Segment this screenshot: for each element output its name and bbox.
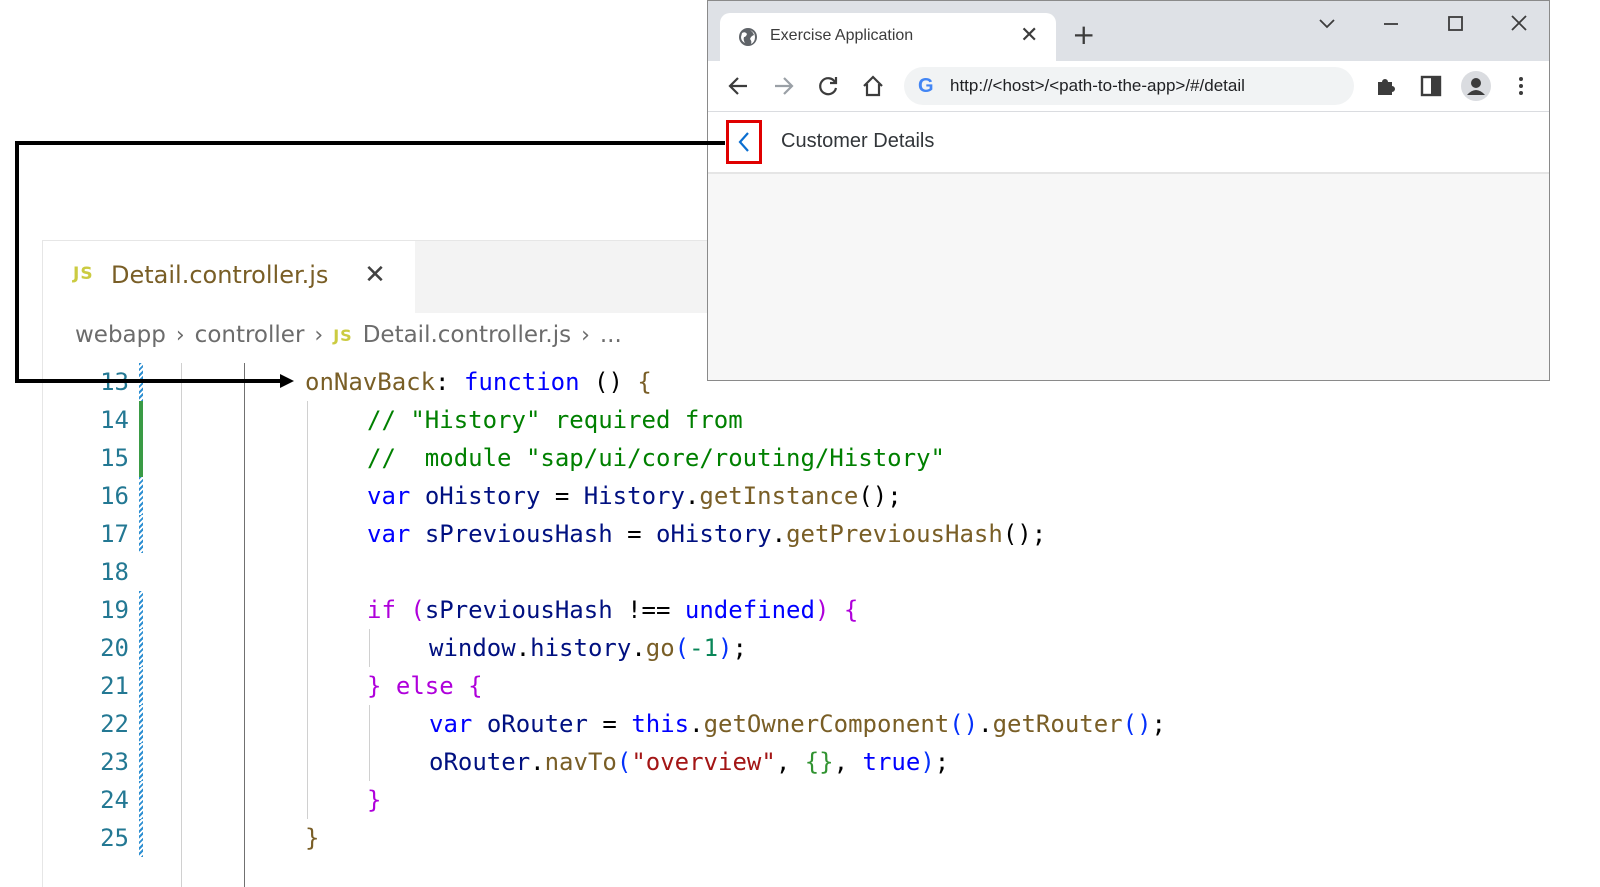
browser-tab[interactable]: Exercise Application ✕ bbox=[720, 13, 1056, 61]
browser-window: Exercise Application ✕ + G http://<host>… bbox=[707, 0, 1550, 381]
globe-icon bbox=[739, 28, 757, 46]
minimize-icon[interactable] bbox=[1376, 11, 1406, 37]
close-icon[interactable]: ✕ bbox=[363, 262, 387, 288]
address-bar[interactable]: G http://<host>/<path-to-the-app>/#/deta… bbox=[904, 67, 1354, 105]
url-text[interactable]: http://<host>/<path-to-the-app>/#/detail bbox=[950, 76, 1245, 96]
line-number: 21 bbox=[100, 672, 129, 700]
maximize-icon[interactable] bbox=[1440, 11, 1470, 37]
breadcrumb: webapp › controller › JS Detail.controll… bbox=[75, 317, 622, 353]
code-text: } bbox=[305, 824, 320, 852]
code-text: var sPreviousHash = oHistory.getPrevious… bbox=[367, 520, 1047, 548]
gutter-modified-marker bbox=[139, 819, 143, 857]
gutter-modified-marker bbox=[139, 743, 143, 781]
browser-toolbar: G http://<host>/<path-to-the-app>/#/deta… bbox=[708, 61, 1549, 112]
code-text: } bbox=[367, 786, 382, 814]
gutter-added-marker bbox=[139, 439, 143, 477]
code-line: 19 if (sPreviousHash !== undefined) { bbox=[43, 591, 1243, 629]
code-comment: // module "sap/ui/core/routing/History" bbox=[367, 444, 945, 472]
forward-arrow-icon[interactable] bbox=[770, 73, 796, 99]
profile-icon[interactable] bbox=[1460, 70, 1492, 102]
gutter-modified-marker bbox=[139, 705, 143, 743]
breadcrumb-separator: › bbox=[175, 322, 185, 348]
gutter-modified-marker bbox=[139, 629, 143, 667]
line-number: 14 bbox=[100, 406, 129, 434]
line-number: 19 bbox=[100, 596, 129, 624]
app-page-header: Customer Details bbox=[708, 112, 1549, 174]
code-text: if (sPreviousHash !== undefined) { bbox=[367, 596, 859, 624]
code-line: 21 } else { bbox=[43, 667, 1243, 705]
breadcrumb-item-controller[interactable]: controller bbox=[195, 322, 305, 348]
code-line: 17 var sPreviousHash = oHistory.getPrevi… bbox=[43, 515, 1243, 553]
code-line: 14 // "History" required from bbox=[43, 401, 1243, 439]
code-text: } else { bbox=[367, 672, 483, 700]
back-arrow-icon[interactable] bbox=[726, 73, 752, 99]
gutter-added-marker bbox=[139, 401, 143, 439]
line-number: 18 bbox=[100, 558, 129, 586]
nav-back-button[interactable] bbox=[726, 120, 762, 164]
code-line: 25 } bbox=[43, 819, 1243, 857]
code-line: 22 var oRouter = this.getOwnerComponent(… bbox=[43, 705, 1243, 743]
gutter-modified-marker bbox=[139, 781, 143, 819]
code-line: 20 window.history.go(-1); bbox=[43, 629, 1243, 667]
line-number: 25 bbox=[100, 824, 129, 852]
breadcrumb-item-file[interactable]: Detail.controller.js bbox=[363, 322, 571, 348]
code-text: onNavBack: function () { bbox=[305, 368, 652, 396]
editor-tab-bar: JS Detail.controller.js ✕ bbox=[43, 241, 743, 313]
line-number: 17 bbox=[100, 520, 129, 548]
breadcrumb-separator: › bbox=[581, 322, 590, 348]
line-number: 13 bbox=[100, 368, 129, 396]
javascript-file-icon: JS bbox=[73, 264, 94, 284]
gutter-modified-marker bbox=[139, 363, 143, 401]
javascript-file-icon: JS bbox=[333, 325, 353, 345]
line-number: 20 bbox=[100, 634, 129, 662]
line-number: 22 bbox=[100, 710, 129, 738]
editor-tab-title: Detail.controller.js bbox=[111, 261, 329, 289]
home-icon[interactable] bbox=[860, 73, 886, 99]
line-number: 15 bbox=[100, 444, 129, 472]
code-line: 18 bbox=[43, 553, 1243, 591]
code-line: 24 } bbox=[43, 781, 1243, 819]
reload-icon[interactable] bbox=[815, 73, 841, 99]
nav-back-chevron-icon bbox=[738, 132, 749, 152]
code-text: var oHistory = History.getInstance(); bbox=[367, 482, 902, 510]
code-line: 15 // module "sap/ui/core/routing/Histor… bbox=[43, 439, 1243, 477]
page-title: Customer Details bbox=[781, 130, 935, 152]
breadcrumb-separator: › bbox=[314, 322, 324, 348]
code-line: 16 var oHistory = History.getInstance(); bbox=[43, 477, 1243, 515]
code-text: oRouter.navTo("overview", {}, true); bbox=[429, 748, 950, 776]
browser-titlebar: Exercise Application ✕ + bbox=[708, 1, 1549, 61]
side-panel-icon[interactable] bbox=[1418, 73, 1444, 99]
code-editor: JS Detail.controller.js ✕ webapp › contr… bbox=[42, 240, 1166, 887]
gutter-modified-marker bbox=[139, 515, 143, 553]
code-line: 23 oRouter.navTo("overview", {}, true); bbox=[43, 743, 1243, 781]
code-area[interactable]: 13 onNavBack: function () { 14 // "Histo… bbox=[43, 363, 1166, 887]
code-comment: // "History" required from bbox=[367, 406, 743, 434]
gutter-modified-marker bbox=[139, 667, 143, 705]
menu-dots-icon[interactable] bbox=[1508, 73, 1534, 99]
close-icon[interactable]: ✕ bbox=[1020, 25, 1038, 47]
breadcrumb-item-webapp[interactable]: webapp bbox=[75, 322, 166, 348]
chevron-down-icon[interactable] bbox=[1312, 11, 1342, 37]
gutter-modified-marker bbox=[139, 591, 143, 629]
browser-tab-title: Exercise Application bbox=[770, 27, 914, 44]
extensions-icon[interactable] bbox=[1373, 73, 1399, 99]
line-number: 16 bbox=[100, 482, 129, 510]
code-text: var oRouter = this.getOwnerComponent().g… bbox=[429, 710, 1166, 738]
plus-icon[interactable]: + bbox=[1072, 21, 1095, 49]
line-number: 24 bbox=[100, 786, 129, 814]
line-number: 23 bbox=[100, 748, 129, 776]
editor-tab[interactable]: JS Detail.controller.js ✕ bbox=[43, 241, 415, 313]
code-text: window.history.go(-1); bbox=[429, 634, 747, 662]
breadcrumb-item-more[interactable]: ... bbox=[600, 322, 622, 348]
window-close-icon[interactable] bbox=[1504, 11, 1534, 37]
gutter-modified-marker bbox=[139, 477, 143, 515]
google-icon: G bbox=[918, 75, 934, 97]
